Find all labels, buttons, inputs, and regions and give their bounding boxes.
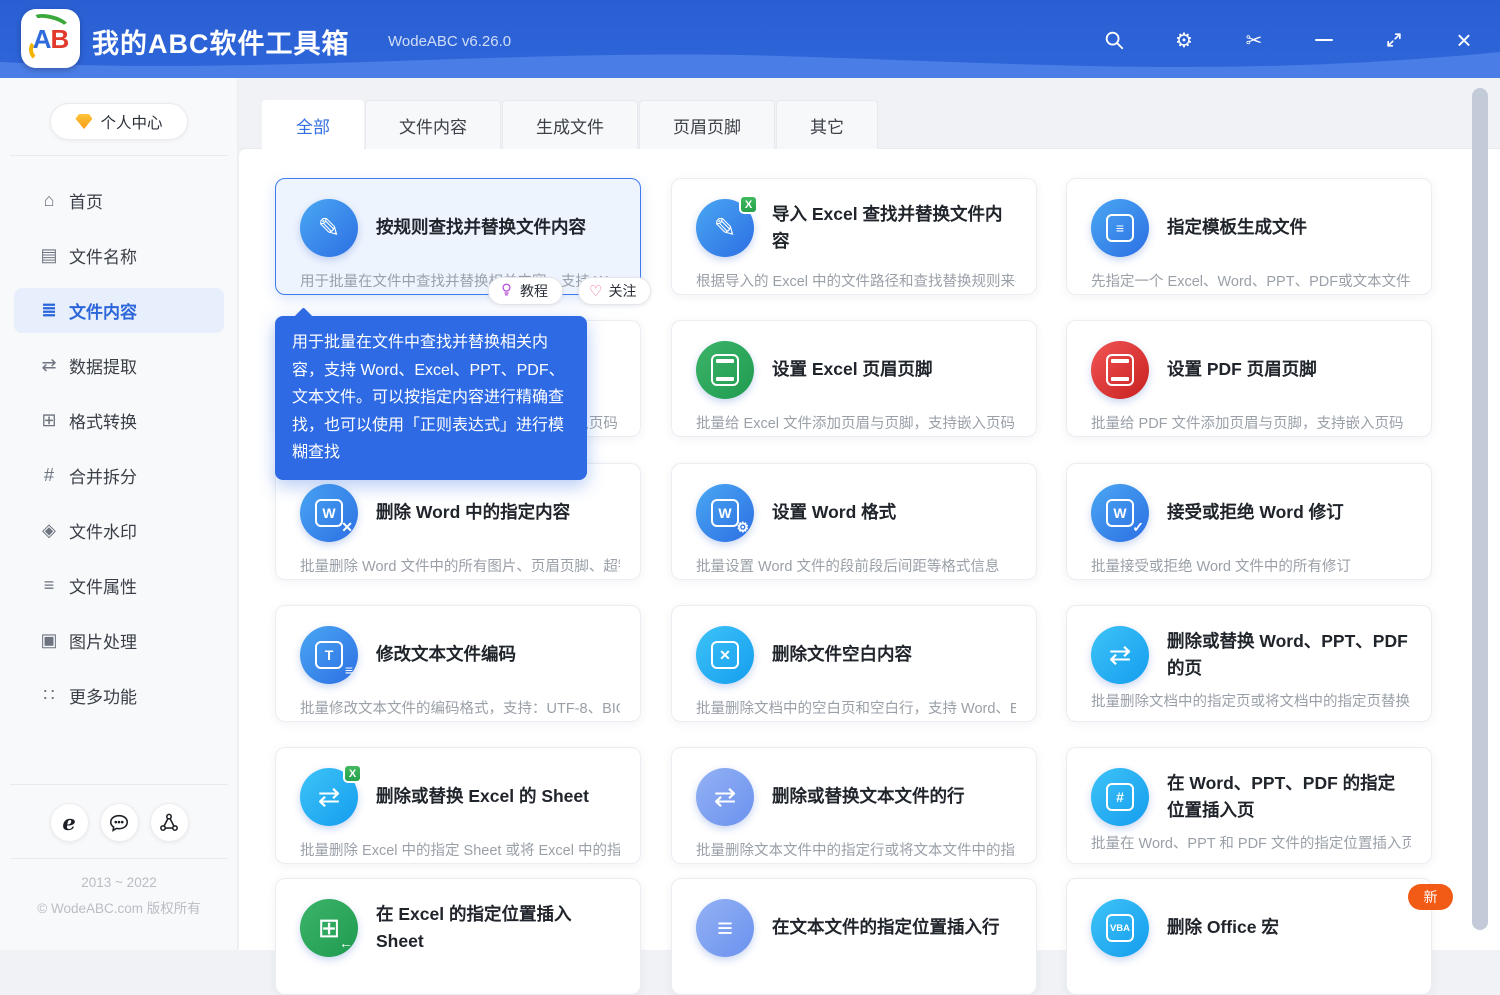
vba-macro-icon: VBA — [1091, 899, 1149, 957]
sidebar-item-merge-split[interactable]: # 合并拆分 — [0, 448, 238, 503]
heart-icon: ♡ — [589, 283, 603, 300]
sidebar-item-file-name[interactable]: ▤ 文件名称 — [0, 228, 238, 283]
swap-sheet-icon: ⇄ X — [300, 764, 362, 826]
new-badge: 新 — [1408, 884, 1453, 910]
chat-bubble-icon — [109, 814, 129, 832]
card-import-excel-find-replace[interactable]: ✎ X 导入 Excel 查找并替换文件内容 根据导入的 Excel 中的文件路径… — [671, 178, 1037, 295]
sidebar-item-image-process[interactable]: ▣ 图片处理 — [0, 613, 238, 668]
image-process-icon: ▣ — [40, 630, 58, 650]
card-insert-sheet-at-position[interactable]: ⊞ ← 在 Excel 的指定位置插入 Sheet — [275, 878, 641, 995]
header-footer-page-icon — [696, 341, 754, 399]
app-title: 我的ABC软件工具箱 — [92, 29, 350, 59]
copyright-owner: © WodeABC.com 版权所有 — [37, 901, 201, 916]
ie-browser-button[interactable]: e — [49, 803, 89, 842]
blank-page-x-icon: ✕ — [696, 626, 754, 684]
sidebar-item-more[interactable]: ∷ 更多功能 — [0, 668, 238, 723]
card-delete-word-content[interactable]: W ✕ 删除 Word 中的指定内容 批量删除 Word 文件中的所有图片、页眉页… — [275, 463, 641, 580]
sidebar-item-file-content[interactable]: ≣ 文件内容 — [0, 283, 238, 338]
doc-pencil-excel-icon: ✎ X — [696, 195, 758, 257]
ie-browser-icon: e — [62, 810, 76, 835]
card-delete-replace-text-lines[interactable]: ⇄ 删除或替换文本文件的行 批量删除文本文件中的指定行或将文本文件中的指定 — [671, 747, 1037, 864]
card-set-word-format[interactable]: W ⚙ 设置 Word 格式 批量设置 Word 文件的段前段后间距等格式信息 — [671, 463, 1037, 580]
logo-letter-b: B — [50, 24, 70, 54]
card-delete-blank-content[interactable]: ✕ 删除文件空白内容 批量删除文档中的空白页和空白行，支持 Word、Excel — [671, 605, 1037, 722]
file-props-icon: ≡ — [43, 575, 55, 595]
close-button[interactable]: × — [1448, 24, 1480, 56]
more-features-icon: ∷ — [43, 685, 55, 705]
personal-center-button[interactable]: 个人中心 — [50, 103, 188, 140]
sidebar-item-format-convert[interactable]: ⊞ 格式转换 — [0, 393, 238, 448]
share-network-button[interactable] — [149, 803, 189, 842]
data-extract-icon: ⇄ — [41, 355, 57, 375]
logo-letter-a: A — [32, 24, 52, 54]
gem-icon — [75, 114, 93, 129]
insert-page-hash-icon: # — [1091, 768, 1149, 826]
maximize-button[interactable] — [1378, 24, 1410, 56]
share-network-icon — [160, 813, 178, 831]
card-generate-from-template[interactable]: ≡ 指定模板生成文件 先指定一个 Excel、Word、PPT、PDF或文本文件… — [1066, 178, 1432, 295]
excel-x-badge: X — [739, 195, 758, 214]
word-gear-icon: W ⚙ — [696, 484, 754, 542]
category-tabs: 全部 文件内容 生成文件 页眉页脚 其它 — [262, 100, 879, 149]
app-logo: AB — [21, 9, 80, 68]
word-check-icon: W ✓ — [1091, 484, 1149, 542]
format-convert-icon: ⊞ — [41, 410, 57, 430]
card-insert-pages-at-position[interactable]: # 在 Word、PPT、PDF 的指定位置插入页 批量在 Word、PPT 和… — [1066, 747, 1432, 864]
sidebar-item-home[interactable]: ⌂ 首页 — [0, 173, 238, 228]
tab-file-content[interactable]: 文件内容 — [365, 100, 501, 149]
follow-button[interactable]: ♡ 关注 — [578, 277, 652, 305]
card-word-revisions[interactable]: W ✓ 接受或拒绝 Word 修订 批量接受或拒绝 Word 文件中的所有修订 — [1066, 463, 1432, 580]
feedback-chat-button[interactable] — [99, 803, 139, 842]
card-delete-replace-sheet[interactable]: ⇄ X 删除或替换 Excel 的 Sheet 批量删除 Excel 中的指定 S… — [275, 747, 641, 864]
sidebar-divider-bottom1 — [10, 784, 228, 785]
stacked-docs-icon: ≡ — [1091, 199, 1149, 257]
titlebar: AB 我的ABC软件工具箱 WodeABC v6.26.0 ⚙ ✂ × — [0, 0, 1500, 78]
card-pdf-header-footer[interactable]: 设置 PDF 页眉页脚 批量给 PDF 文件添加页眉与页脚，支持嵌入页码 — [1066, 320, 1432, 437]
sidebar-nav: ⌂ 首页 ▤ 文件名称 ≣ 文件内容 ⇄ 数据提取 ⊞ 格式转换 # 合并拆分 ◈ 文件水印 … — [0, 173, 238, 723]
tab-header-footer[interactable]: 页眉页脚 — [639, 100, 775, 149]
minimize-button[interactable] — [1308, 24, 1340, 56]
tab-all[interactable]: 全部 — [262, 100, 364, 149]
sidebar-divider-top — [10, 155, 228, 156]
watermark-icon: ◈ — [42, 520, 56, 540]
file-content-icon: ≣ — [41, 300, 57, 320]
swap-lines-icon: ⇄ — [696, 768, 754, 826]
tab-other[interactable]: 其它 — [776, 100, 878, 149]
text-doc-icon: T ≡ — [300, 626, 358, 684]
home-icon: ⌂ — [43, 190, 55, 210]
app-version: WodeABC v6.26.0 — [388, 33, 512, 50]
settings-gear-icon[interactable]: ⚙ — [1168, 24, 1200, 56]
header-footer-page-icon — [1091, 341, 1149, 399]
file-name-icon: ▤ — [40, 245, 58, 265]
tooltip-text: 用于批量在文件中查找并替换相关内容，支持 Word、Excel、PPT、PDF、… — [292, 334, 565, 461]
sidebar-item-watermark[interactable]: ◈ 文件水印 — [0, 503, 238, 558]
doc-pencil-icon: ✎ — [300, 199, 358, 257]
tab-generate-file[interactable]: 生成文件 — [502, 100, 638, 149]
follow-label: 关注 — [608, 283, 637, 299]
personal-center-label: 个人中心 — [100, 114, 163, 132]
swap-pages-icon: ⇄ — [1091, 626, 1149, 684]
merge-split-icon: # — [43, 465, 54, 485]
sidebar-divider-bottom2 — [10, 858, 228, 859]
vertical-scrollbar-thumb[interactable] — [1472, 88, 1488, 930]
card-insert-lines-at-position[interactable]: ≡ 在文本文件的指定位置插入行 — [671, 878, 1037, 995]
copyright-years: 2013 ~ 2022 — [81, 875, 157, 890]
sidebar: 个人中心 ⌂ 首页 ▤ 文件名称 ≣ 文件内容 ⇄ 数据提取 ⊞ 格式转换 # 合并拆分 ◈… — [0, 78, 238, 950]
insert-sheet-grid-icon: ⊞ ← — [300, 899, 358, 957]
tutorial-button[interactable]: 教程 — [488, 277, 563, 305]
card-change-text-encoding[interactable]: T ≡ 修改文本文件编码 批量修改文本文件的编码格式，支持：UTF-8、BIG5 — [275, 605, 641, 722]
lightbulb-icon — [499, 282, 514, 300]
scissors-icon[interactable]: ✂ — [1238, 24, 1270, 56]
card-delete-replace-pages[interactable]: ⇄ 删除或替换 Word、PPT、PDF 的页 批量删除文档中的指定页或将文档中… — [1066, 605, 1432, 722]
card-delete-office-macros[interactable]: VBA 删除 Office 宏 — [1066, 878, 1432, 995]
card-description-tooltip: 用于批量在文件中查找并替换相关内容，支持 Word、Excel、PPT、PDF、… — [275, 307, 587, 480]
search-icon[interactable] — [1098, 24, 1130, 56]
excel-x-badge: X — [343, 764, 362, 783]
word-delete-icon: W ✕ — [300, 484, 358, 542]
insert-lines-icon: ≡ — [696, 899, 754, 957]
tutorial-label: 教程 — [520, 283, 548, 299]
sidebar-item-data-extract[interactable]: ⇄ 数据提取 — [0, 338, 238, 393]
card-excel-header-footer[interactable]: 设置 Excel 页眉页脚 批量给 Excel 文件添加页眉与页脚，支持嵌入页码 — [671, 320, 1037, 437]
sidebar-item-file-props[interactable]: ≡ 文件属性 — [0, 558, 238, 613]
